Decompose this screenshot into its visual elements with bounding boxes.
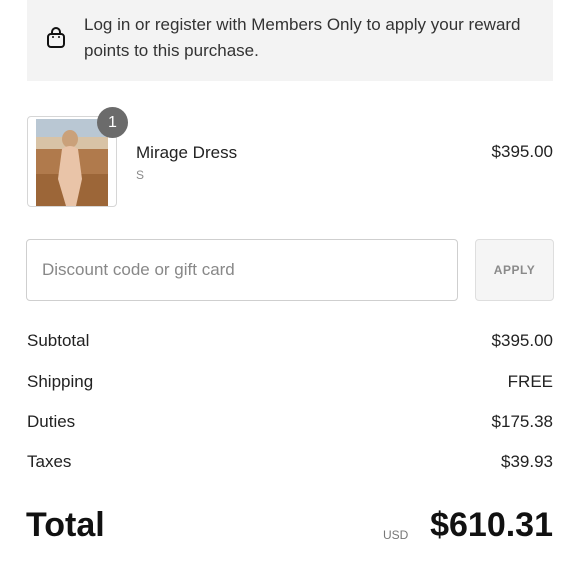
product-name: Mirage Dress xyxy=(136,143,238,162)
shipping-value: FREE xyxy=(507,372,553,391)
product-price: $395.00 xyxy=(491,142,553,161)
subtotal-value: $395.00 xyxy=(491,331,553,350)
discount-code-input[interactable] xyxy=(26,239,458,301)
taxes-value: $39.93 xyxy=(501,452,553,471)
total-amount: $610.31 xyxy=(430,506,553,544)
subtotal-label: Subtotal xyxy=(27,331,90,350)
dress-photo xyxy=(36,119,108,206)
members-banner-text: Log in or register with Members Only to … xyxy=(84,15,521,60)
shopping-bag-icon xyxy=(46,27,66,49)
members-banner[interactable]: Log in or register with Members Only to … xyxy=(27,0,553,81)
apply-discount-button[interactable]: APPLY xyxy=(475,239,554,301)
currency-code: USD xyxy=(383,528,409,542)
taxes-label: Taxes xyxy=(27,452,72,471)
duties-label: Duties xyxy=(27,412,76,431)
quantity-badge: 1 xyxy=(97,107,128,138)
duties-value: $175.38 xyxy=(491,412,553,431)
total-label: Total xyxy=(26,506,105,544)
product-variant: S xyxy=(136,168,145,182)
shipping-label: Shipping xyxy=(27,372,94,391)
